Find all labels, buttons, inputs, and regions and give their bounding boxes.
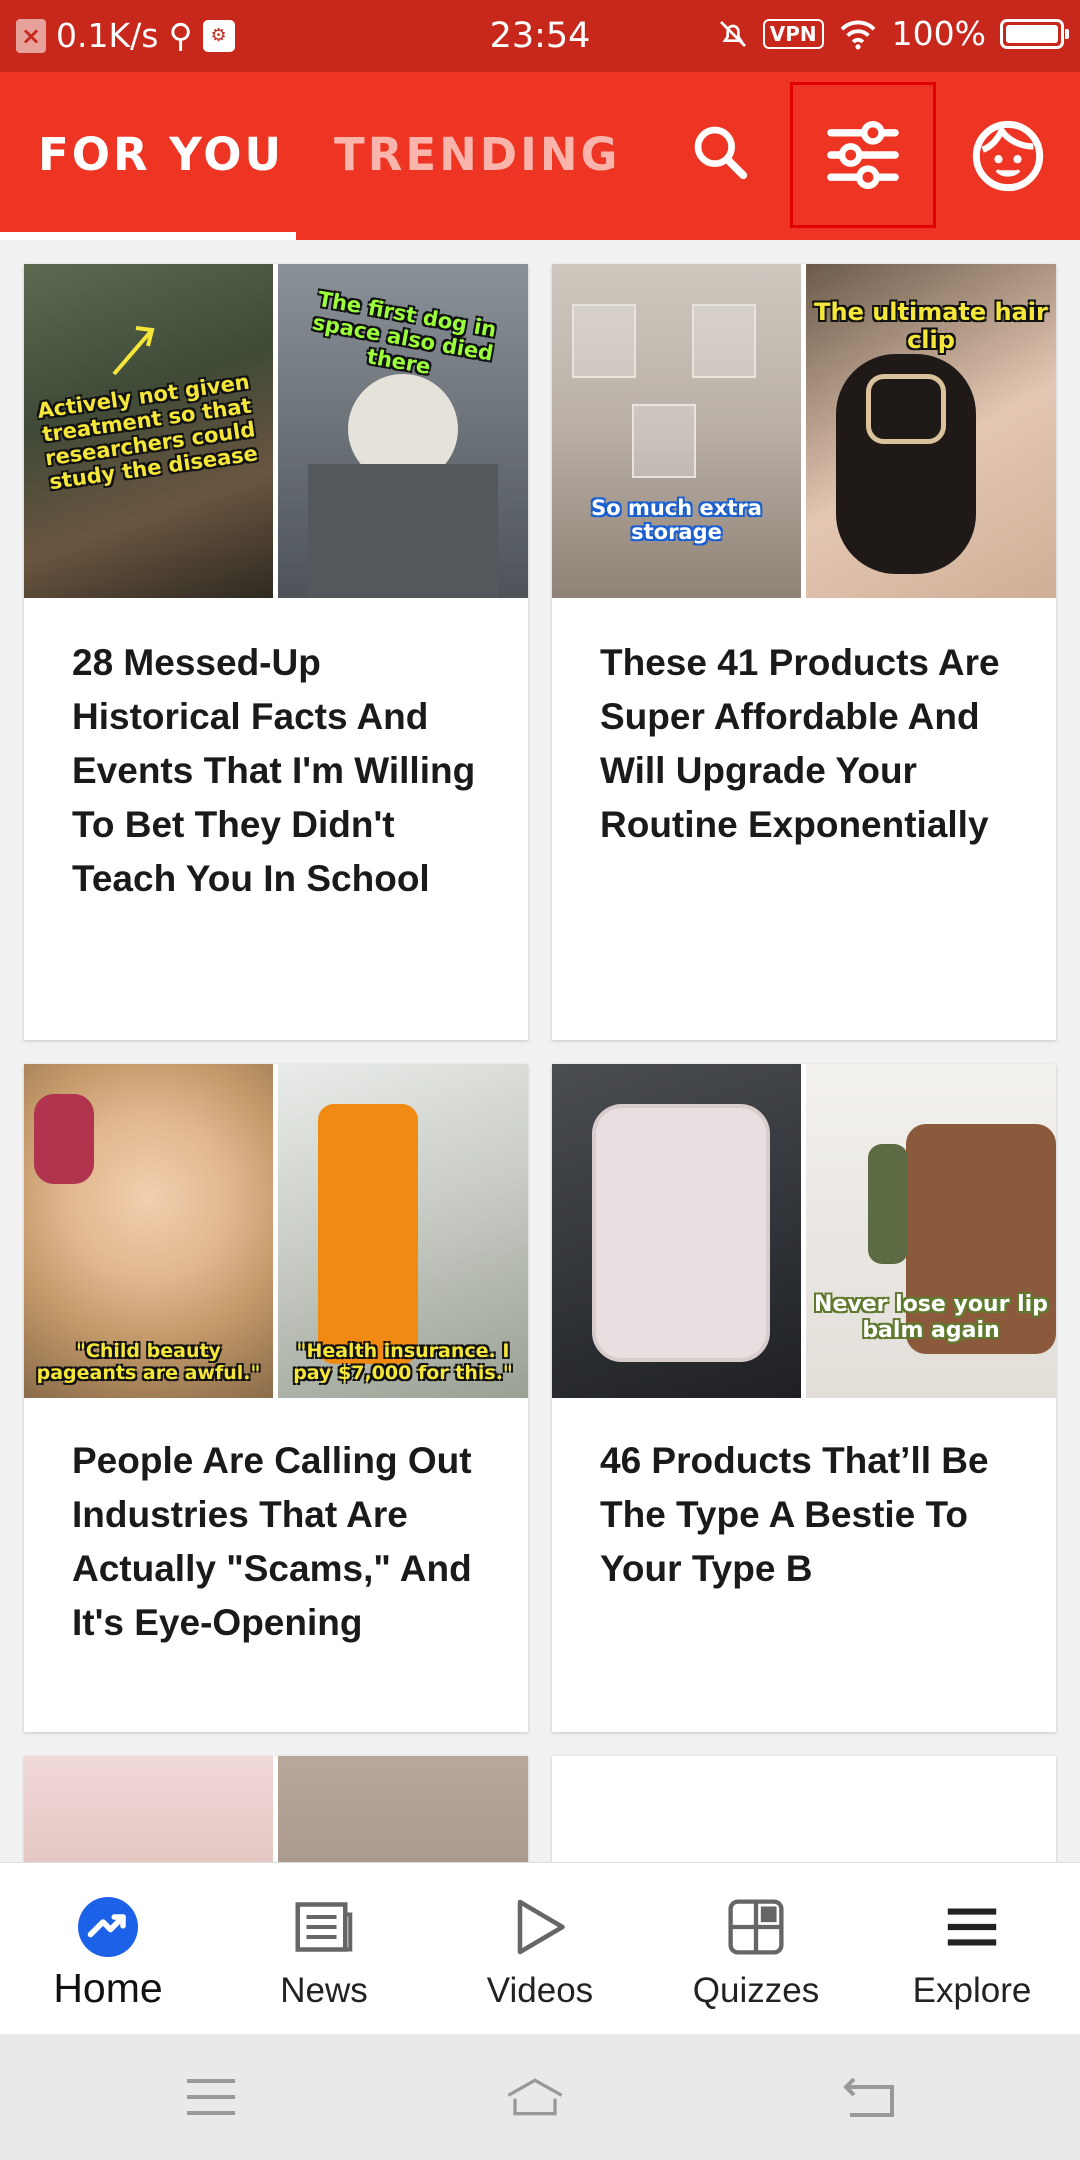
organizer-pocket	[692, 304, 756, 378]
article-thumbnail	[552, 1064, 801, 1398]
nav-home[interactable]: Home	[0, 1863, 216, 2035]
article-thumbnail: So much extra storage	[552, 264, 801, 598]
status-bar: × 0.1K/s ⚲ ⚙ 23:54 VPN 100%	[0, 0, 1080, 72]
article-thumbnail: Actively not given treatment so that res…	[24, 264, 273, 598]
organizer-pocket	[632, 404, 696, 478]
nav-explore[interactable]: Explore	[864, 1863, 1080, 2035]
article-title[interactable]: People Are Calling Out Industries That A…	[72, 1434, 488, 1650]
nav-label: News	[280, 1971, 368, 2010]
menu-icon	[942, 1897, 1002, 1957]
recent-apps-icon	[187, 2079, 235, 2115]
nav-label: Explore	[912, 1971, 1032, 2010]
article-thumbnail: "Child beauty pageants are awful."	[24, 1064, 273, 1398]
trending-icon	[78, 1897, 138, 1957]
article-card[interactable]: Never lose your lip balm again 46 Produc…	[552, 1064, 1056, 1732]
article-title[interactable]: 28 Messed-Up Historical Facts And Events…	[72, 636, 488, 906]
nav-label: Quizzes	[692, 1971, 820, 2010]
article-card[interactable]: "Child beauty pageants are awful." "Heal…	[24, 1064, 528, 1732]
organizer-pocket	[572, 304, 636, 378]
nav-label: Home	[53, 1965, 163, 2011]
nav-videos[interactable]: Videos	[432, 1863, 648, 2035]
profile-face-icon	[972, 120, 1044, 192]
article-card[interactable]: Actively not given treatment so that res…	[24, 264, 528, 1040]
system-navigation-bar	[0, 2034, 1080, 2160]
battery-percent: 100%	[891, 14, 986, 53]
active-tab-indicator	[0, 232, 296, 240]
thumbnail-caption: "Child beauty pageants are awful."	[36, 1340, 261, 1384]
article-title[interactable]: These 41 Products Are Super Affordable A…	[600, 636, 1016, 852]
tab-for-you[interactable]: FOR YOU	[38, 128, 284, 181]
top-app-bar: FOR YOU TRENDING	[0, 72, 1080, 240]
battery-icon	[1000, 18, 1069, 49]
thumbnail-caption: So much extra storage	[591, 496, 762, 544]
lip-balm-holder-shape	[868, 1144, 908, 1264]
article-card[interactable]: So much extra storage The ultimate hair …	[552, 264, 1056, 1040]
search-icon	[694, 126, 748, 180]
mute-bell-icon	[719, 20, 746, 47]
back-icon	[843, 2077, 894, 2117]
back-system-button[interactable]	[839, 2072, 899, 2122]
filter-sliders-icon	[827, 120, 899, 190]
pill-bottle-shape	[318, 1104, 418, 1364]
nav-quizzes[interactable]: Quizzes	[648, 1863, 864, 2035]
article-thumbnail: Never lose your lip balm again	[806, 1064, 1056, 1398]
filter-button[interactable]	[790, 82, 936, 228]
article-thumbnail	[24, 1756, 273, 1866]
home-icon	[507, 2078, 563, 2116]
wifi-icon	[840, 20, 876, 49]
nav-news[interactable]: News	[216, 1863, 432, 2035]
home-system-button[interactable]	[505, 2072, 565, 2122]
article-card[interactable]	[552, 1756, 1056, 1866]
article-thumbnail: "Health insurance. I pay $7,000 for this…	[278, 1064, 528, 1398]
recent-apps-button[interactable]	[181, 2072, 241, 2122]
article-thumbnail: The ultimate hair clip	[806, 264, 1056, 598]
thumbnail-caption: "Health insurance. I pay $7,000 for this…	[293, 1340, 513, 1384]
article-card[interactable]	[24, 1756, 528, 1866]
hair-bow-shape	[34, 1094, 94, 1184]
thumbnail-caption: The ultimate hair clip	[814, 298, 1048, 354]
tab-trending[interactable]: TRENDING	[334, 128, 620, 181]
bottom-navigation: Home News Videos Quizzes Explore	[0, 1862, 1080, 2035]
thumbnail-caption: Never lose your lip balm again	[814, 1292, 1048, 1343]
status-right: VPN 100%	[717, 14, 1069, 53]
nav-label: Videos	[486, 1971, 594, 2010]
profile-button[interactable]	[962, 110, 1054, 202]
hair-clip-shape	[866, 374, 946, 444]
article-title[interactable]: 46 Products That’ll Be The Type A Bestie…	[600, 1434, 1016, 1596]
play-icon	[510, 1897, 570, 1957]
pill-organizer-shape	[592, 1104, 770, 1362]
quizzes-grid-icon	[726, 1897, 786, 1957]
article-thumbnail: The first dog in space also died there	[278, 264, 528, 598]
dog-photo-shape	[308, 464, 498, 598]
news-icon	[294, 1897, 354, 1957]
vpn-badge: VPN	[762, 18, 824, 49]
search-button[interactable]	[680, 112, 760, 192]
article-thumbnail	[278, 1756, 528, 1866]
